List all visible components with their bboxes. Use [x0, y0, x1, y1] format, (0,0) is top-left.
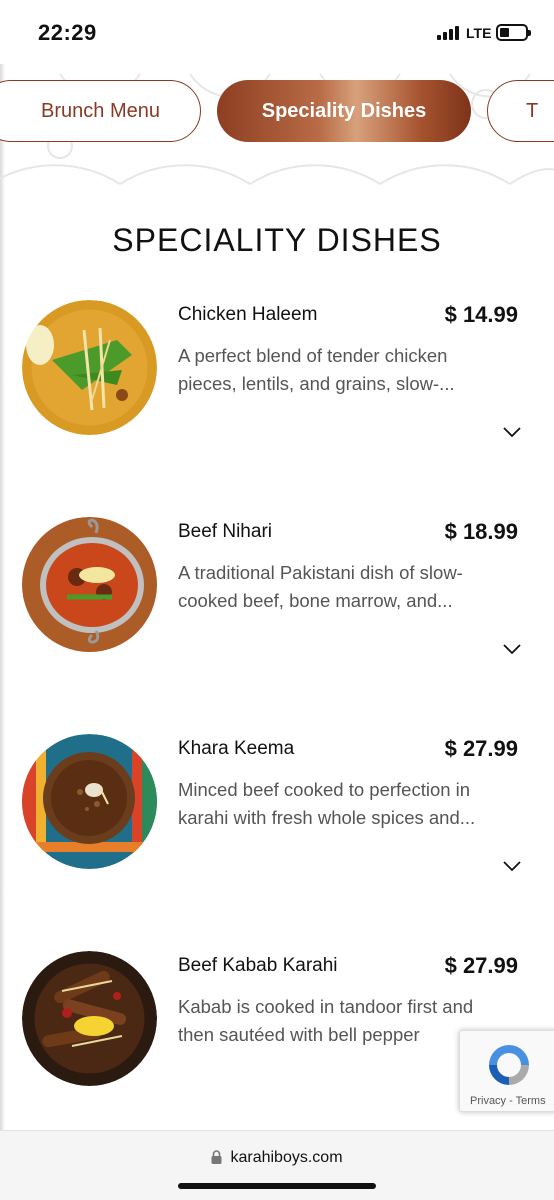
- chevron-down-icon[interactable]: [503, 426, 521, 438]
- url-display[interactable]: karahiboys.com: [0, 1149, 554, 1167]
- beef-nihari-photo: [22, 517, 157, 652]
- home-indicator[interactable]: [178, 1183, 376, 1189]
- signal-icon: [437, 26, 461, 40]
- beef-kabab-karahi-photo: [22, 951, 157, 1086]
- dish-description: Minced beef cooked to perfection in kara…: [178, 779, 476, 828]
- menu-item[interactable]: Beef Nihari $ 18.99 A traditional Pakist…: [0, 517, 554, 717]
- battery-icon: [496, 24, 531, 41]
- recaptcha-badge[interactable]: Privacy - Terms: [459, 1030, 554, 1112]
- lock-icon: [211, 1150, 222, 1164]
- tab-next-category[interactable]: T: [487, 80, 554, 142]
- category-tab-strip[interactable]: Brunch Menu Speciality Dishes T: [0, 64, 554, 194]
- tab-brunch-menu[interactable]: Brunch Menu: [0, 80, 201, 142]
- dish-name: Khara Keema: [178, 738, 295, 759]
- section-title: SPECIALITY DISHES: [112, 222, 442, 258]
- dish-description: A perfect blend of tender chicken pieces…: [178, 345, 455, 394]
- dish-description: A traditional Pakistani dish of slow- co…: [178, 562, 463, 611]
- dish-price: $ 14.99: [444, 302, 518, 327]
- dish-price: $ 18.99: [444, 519, 518, 544]
- network-label: LTE: [466, 25, 492, 41]
- dish-price: $ 27.99: [444, 953, 518, 978]
- chevron-down-icon[interactable]: [503, 860, 521, 872]
- chicken-haleem-photo: [22, 300, 157, 435]
- status-bar: 22:29 LTE: [0, 0, 554, 64]
- menu-item[interactable]: Chicken Haleem $ 14.99 A perfect blend o…: [0, 300, 554, 500]
- status-time: 22:29: [38, 20, 97, 45]
- tab-speciality-dishes[interactable]: Speciality Dishes: [217, 80, 471, 142]
- dish-name: Chicken Haleem: [178, 304, 318, 325]
- menu-item[interactable]: Khara Keema $ 27.99 Minced beef cooked t…: [0, 734, 554, 934]
- recaptcha-icon: [489, 1045, 529, 1085]
- dish-name: Beef Nihari: [178, 521, 272, 542]
- khara-keema-photo: [22, 734, 157, 869]
- dish-name: Beef Kabab Karahi: [178, 955, 338, 976]
- recaptcha-links[interactable]: Privacy - Terms: [470, 1095, 546, 1107]
- dish-price: $ 27.99: [444, 736, 518, 761]
- url-text: karahiboys.com: [230, 1149, 343, 1166]
- browser-address-bar[interactable]: karahiboys.com: [0, 1130, 554, 1200]
- chevron-down-icon[interactable]: [503, 643, 521, 655]
